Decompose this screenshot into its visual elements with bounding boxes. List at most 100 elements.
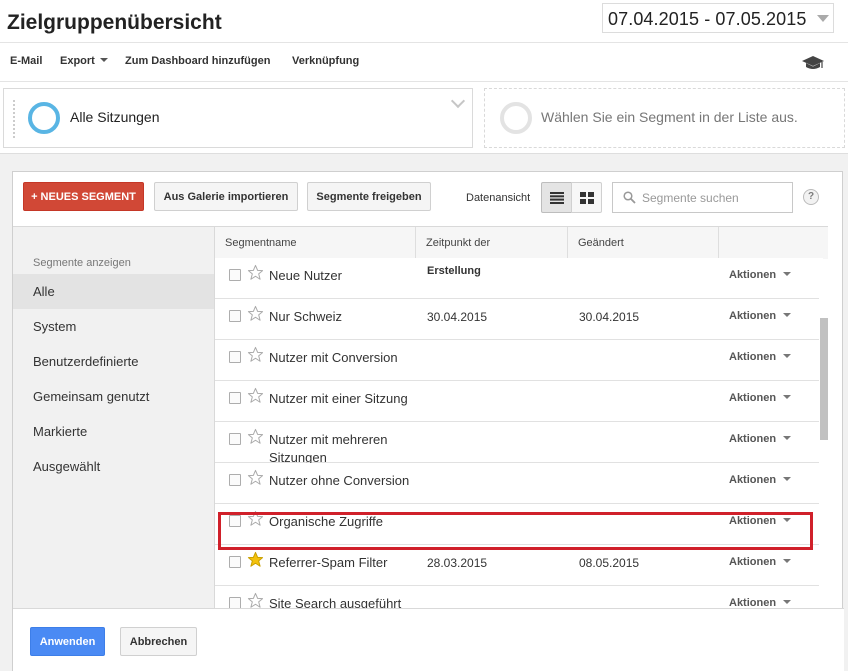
caret-down-icon xyxy=(783,518,792,522)
star-outline-icon[interactable] xyxy=(247,469,264,486)
apply-button[interactable]: Anwenden xyxy=(30,627,105,656)
actions-label: Aktionen xyxy=(729,597,777,608)
star-outline-icon[interactable] xyxy=(247,305,264,322)
segment-name: Nur Schweiz xyxy=(269,309,342,324)
chevron-down-icon[interactable] xyxy=(450,93,466,109)
column-header-modified[interactable]: Geändert xyxy=(568,227,719,259)
actions-menu[interactable]: Aktionen xyxy=(729,351,792,363)
add-to-dashboard-link[interactable]: Zum Dashboard hinzufügen xyxy=(125,55,270,67)
shortcut-link[interactable]: Verknüpfung xyxy=(292,55,359,67)
actions-menu[interactable]: Aktionen xyxy=(729,433,792,445)
table-row[interactable]: Nutzer mit einer Sitzung Aktionen xyxy=(215,381,823,422)
dialog-footer: Anwenden Abbrechen xyxy=(13,608,844,671)
row-checkbox[interactable] xyxy=(229,392,241,404)
nav-item-all[interactable]: Alle xyxy=(13,274,214,309)
actions-menu[interactable]: Aktionen xyxy=(729,392,792,404)
actions-menu[interactable]: Aktionen xyxy=(729,310,792,322)
star-outline-icon[interactable] xyxy=(247,346,264,363)
table-row[interactable]: Nutzer ohne Conversion Aktionen xyxy=(215,463,823,504)
chevron-down-icon xyxy=(817,15,829,22)
column-header-created[interactable]: Zeitpunkt der xyxy=(416,227,568,259)
segment-name: Referrer-Spam Filter xyxy=(269,555,388,570)
caret-down-icon xyxy=(783,600,792,604)
star-outline-icon[interactable] xyxy=(247,264,264,281)
segment-name: Site Search ausgeführt xyxy=(269,596,402,608)
star-filled-icon[interactable] xyxy=(247,551,264,568)
caret-down-icon xyxy=(783,313,792,317)
date-range-picker[interactable]: 07.04.2015 - 07.05.2015 xyxy=(602,3,834,33)
grid-view-icon xyxy=(579,191,594,204)
graduation-cap-icon[interactable] xyxy=(801,54,825,72)
table-row[interactable]: Nutzer mit Conversion Aktionen xyxy=(215,340,823,381)
actions-label: Aktionen xyxy=(729,392,777,404)
row-checkbox[interactable] xyxy=(229,515,241,527)
cancel-button[interactable]: Abbrechen xyxy=(120,627,197,656)
row-checkbox[interactable] xyxy=(229,433,241,445)
row-checkbox[interactable] xyxy=(229,351,241,363)
actions-label: Aktionen xyxy=(729,515,777,527)
list-view-icon xyxy=(549,191,564,204)
segment-table: Segmentname Zeitpunkt der Geändert Neue … xyxy=(214,226,828,608)
star-outline-icon[interactable] xyxy=(247,428,264,445)
caret-down-icon xyxy=(783,477,792,481)
actions-menu[interactable]: Aktionen xyxy=(729,597,792,608)
segment-name: Nutzer ohne Conversion xyxy=(269,473,410,488)
column-header-name[interactable]: Segmentname xyxy=(215,227,416,259)
segment-name: Nutzer mit mehreren Sitzungen xyxy=(269,432,388,465)
nav-item-system[interactable]: System xyxy=(13,309,214,344)
nav-item-selected[interactable]: Ausgewählt xyxy=(13,449,214,484)
caret-down-icon xyxy=(783,395,792,399)
search-icon xyxy=(623,191,636,204)
caret-down-icon xyxy=(783,559,792,563)
created-date: 28.03.2015 xyxy=(427,556,488,570)
caret-down-icon xyxy=(783,272,792,276)
active-segment-card[interactable]: Alle Sitzungen xyxy=(3,88,473,148)
star-outline-icon[interactable] xyxy=(247,510,264,527)
table-row[interactable]: Nur Schweiz 30.04.2015 30.04.2015 Aktionen xyxy=(215,299,823,340)
caret-down-icon xyxy=(783,354,792,358)
star-outline-icon[interactable] xyxy=(247,592,264,608)
actions-menu[interactable]: Aktionen xyxy=(729,474,792,486)
drag-handle-icon[interactable] xyxy=(12,99,16,139)
email-link[interactable]: E-Mail xyxy=(10,55,42,67)
import-from-gallery-button[interactable]: Aus Galerie importieren xyxy=(154,182,298,211)
table-row[interactable]: Nutzer mit mehreren Sitzungen Aktionen xyxy=(215,422,823,465)
new-segment-button[interactable]: + NEUES SEGMENT xyxy=(23,182,144,211)
row-checkbox[interactable] xyxy=(229,556,241,568)
row-checkbox[interactable] xyxy=(229,597,241,608)
segment-bar: Alle Sitzungen Wählen Sie ein Segment in… xyxy=(0,82,848,154)
segment-search-input[interactable] xyxy=(612,182,793,213)
row-checkbox[interactable] xyxy=(229,269,241,281)
table-row[interactable]: Organische Zugriffe Aktionen xyxy=(215,504,823,545)
page-header: Zielgruppenübersicht 07.04.2015 - 07.05.… xyxy=(0,0,848,42)
table-row[interactable]: Neue Nutzer Erstellung Aktionen xyxy=(215,258,823,299)
table-row[interactable]: Site Search ausgeführt Aktionen xyxy=(215,586,823,608)
modified-date: 08.05.2015 xyxy=(579,556,640,570)
list-view-toggle[interactable] xyxy=(541,182,572,213)
empty-segment-slot[interactable]: Wählen Sie ein Segment in der Liste aus. xyxy=(484,88,845,148)
nav-item-starred[interactable]: Markierte xyxy=(13,414,214,449)
export-menu[interactable]: Export xyxy=(60,55,108,67)
actions-menu[interactable]: Aktionen xyxy=(729,269,792,281)
row-checkbox[interactable] xyxy=(229,310,241,322)
scrollbar-thumb[interactable] xyxy=(820,318,828,440)
empty-ring-icon xyxy=(500,102,532,134)
share-segments-button[interactable]: Segmente freigeben xyxy=(307,182,431,211)
actions-label: Aktionen xyxy=(729,474,777,486)
actions-menu[interactable]: Aktionen xyxy=(729,556,792,568)
star-outline-icon[interactable] xyxy=(247,387,264,404)
segment-name: Neue Nutzer xyxy=(269,268,342,283)
column-header-created-cont: Erstellung xyxy=(427,265,481,277)
table-row[interactable]: Referrer-Spam Filter 28.03.2015 08.05.2015… xyxy=(215,545,823,586)
table-header: Segmentname Zeitpunkt der Geändert xyxy=(215,227,828,260)
view-mode-label: Datenansicht xyxy=(466,192,531,204)
grid-view-toggle[interactable] xyxy=(571,182,602,213)
nav-item-shared[interactable]: Gemeinsam genutzt xyxy=(13,379,214,414)
modified-date: 30.04.2015 xyxy=(579,310,640,324)
actions-menu[interactable]: Aktionen xyxy=(729,515,792,527)
nav-heading: Segmente anzeigen xyxy=(33,257,131,269)
row-checkbox[interactable] xyxy=(229,474,241,486)
help-icon[interactable]: ? xyxy=(803,189,819,205)
created-date: 30.04.2015 xyxy=(427,310,488,324)
nav-item-custom[interactable]: Benutzerdefinierte xyxy=(13,344,214,379)
